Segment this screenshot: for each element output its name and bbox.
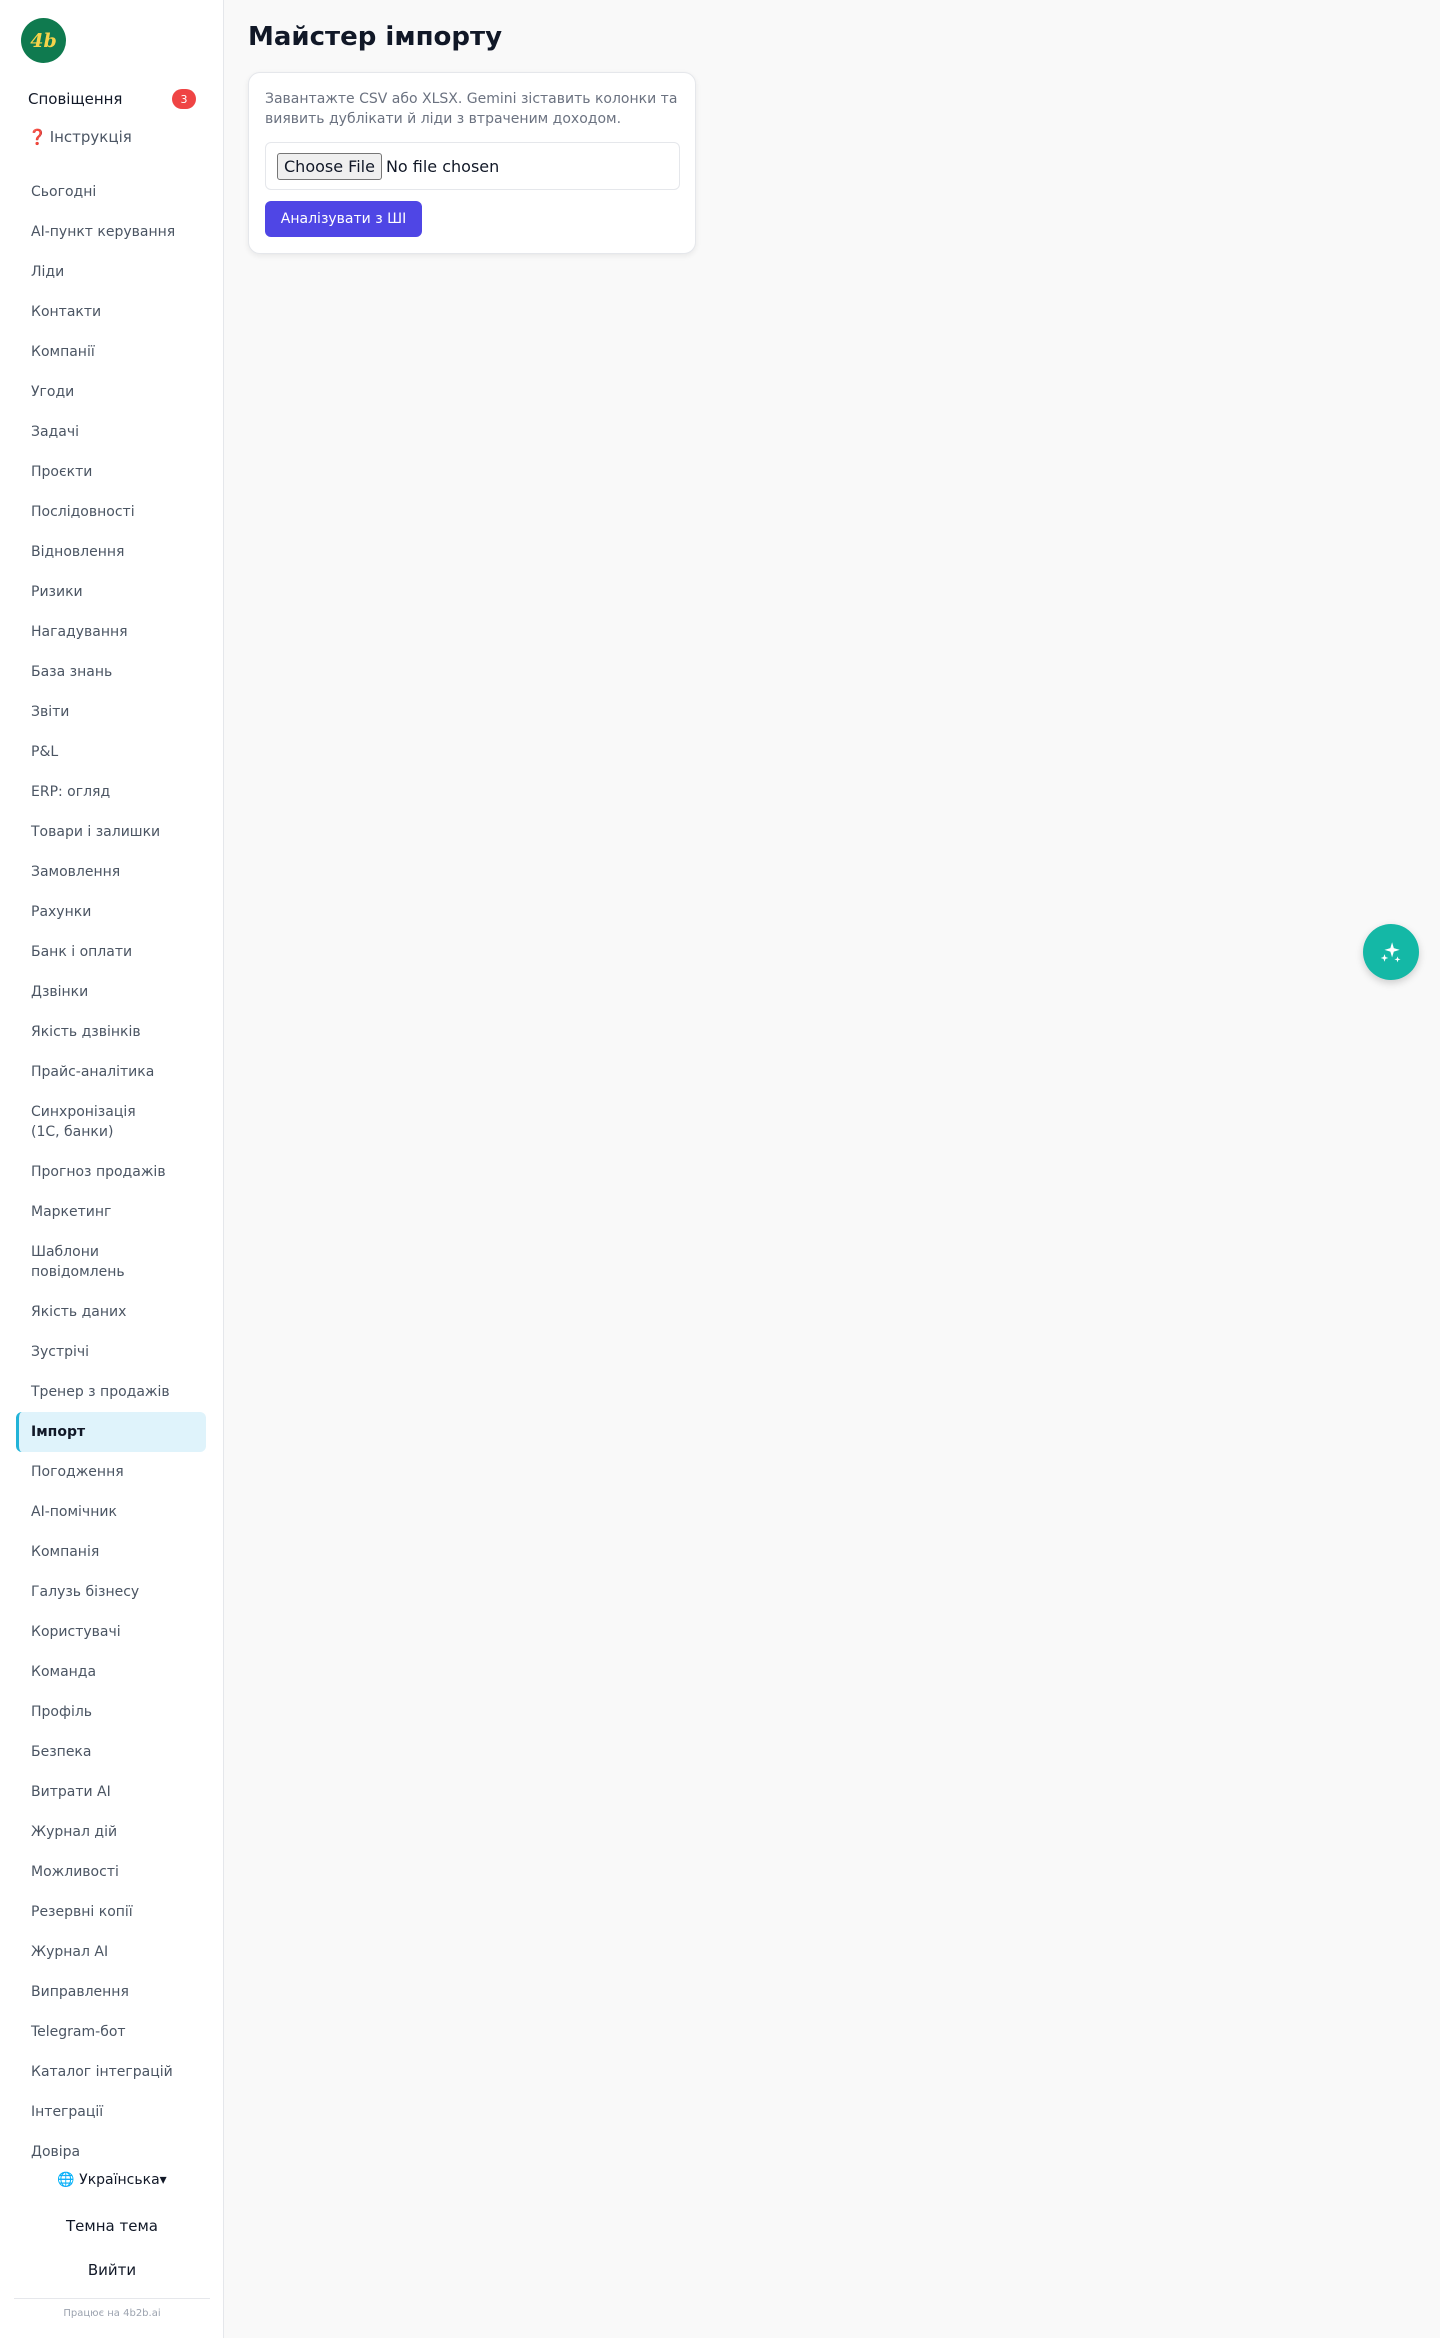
- sidebar-item[interactable]: Ліди: [16, 252, 206, 292]
- sidebar-item[interactable]: Контакти: [16, 292, 206, 332]
- question-icon: ❓: [28, 128, 47, 146]
- sidebar-item[interactable]: Сьогодні: [16, 172, 206, 212]
- guide-link[interactable]: ❓ Інструкція: [28, 128, 132, 146]
- sidebar-item[interactable]: Послідовності: [16, 492, 206, 532]
- sidebar-item[interactable]: Шаблони повідомлень: [16, 1232, 166, 1292]
- sidebar-item[interactable]: Імпорт: [16, 1412, 206, 1452]
- sidebar-item[interactable]: Банк і оплати: [16, 932, 206, 972]
- sidebar-item[interactable]: Задачі: [16, 412, 206, 452]
- language-select[interactable]: 🌐 Українська▾: [0, 2172, 224, 2188]
- guide-label: Інструкція: [49, 128, 132, 146]
- sidebar-item[interactable]: Тренер з продажів: [16, 1372, 206, 1412]
- sidebar-item[interactable]: Зустрічі: [16, 1332, 206, 1372]
- sidebar-item[interactable]: Прогноз продажів: [16, 1152, 206, 1192]
- sidebar-item[interactable]: Відновлення: [16, 532, 206, 572]
- sidebar-item[interactable]: Маркетинг: [16, 1192, 206, 1232]
- analyze-with-ai-button[interactable]: Аналізувати з ШІ: [265, 201, 422, 237]
- logout-button[interactable]: Вийти: [0, 2261, 224, 2279]
- sidebar-nav: Сьогодні AI-пункт керування Ліди Контакти Ко…: [16, 172, 206, 2172]
- sidebar-item[interactable]: AI-помічник: [16, 1492, 206, 1532]
- sidebar-item[interactable]: База знань: [16, 652, 206, 692]
- sidebar-item[interactable]: Замовлення: [16, 852, 206, 892]
- file-status: No file chosen: [385, 156, 500, 176]
- sidebar-item[interactable]: Якість даних: [16, 1292, 206, 1332]
- sidebar-item[interactable]: Проєкти: [16, 452, 206, 492]
- sidebar-item[interactable]: P&L: [16, 732, 206, 772]
- sidebar-item[interactable]: Товари і залишки: [16, 812, 206, 852]
- sidebar-item[interactable]: Довіра: [16, 2132, 206, 2172]
- sidebar-item[interactable]: Користувачі: [16, 1612, 206, 1652]
- sidebar-item[interactable]: Прайс-аналітика: [16, 1052, 206, 1092]
- notifications-label: Сповіщення: [28, 90, 123, 108]
- sidebar-item[interactable]: ERP: огляд: [16, 772, 206, 812]
- choose-file-button[interactable]: Choose File: [277, 152, 382, 180]
- dark-theme-toggle[interactable]: Темна тема: [0, 2217, 224, 2235]
- sidebar-item[interactable]: Telegram-бот: [16, 2012, 206, 2052]
- sidebar-item[interactable]: Галузь бізнесу: [16, 1572, 206, 1612]
- sidebar-item[interactable]: Нагадування: [16, 612, 206, 652]
- sidebar-item[interactable]: Інтеграції: [16, 2092, 206, 2132]
- sidebar-item[interactable]: Виправлення: [16, 1972, 206, 2012]
- sidebar-item[interactable]: Дзвінки: [16, 972, 206, 1012]
- sidebar: 4b Сповіщення 3 ❓ Інструкція Сьогодні AI-…: [0, 0, 224, 2338]
- sidebar-item[interactable]: Ризики: [16, 572, 206, 612]
- sidebar-item[interactable]: Безпека: [16, 1732, 206, 1772]
- sidebar-item[interactable]: AI-пункт керування: [16, 212, 206, 252]
- sidebar-item[interactable]: Якість дзвінків: [16, 1012, 206, 1052]
- sidebar-item[interactable]: Профіль: [16, 1692, 206, 1732]
- sidebar-item[interactable]: Витрати AI: [16, 1772, 206, 1812]
- notifications-link[interactable]: Сповіщення 3: [16, 86, 196, 112]
- sidebar-item[interactable]: Каталог інтеграцій: [16, 2052, 206, 2092]
- sidebar-item[interactable]: Журнал дій: [16, 1812, 206, 1852]
- sidebar-item[interactable]: Компанія: [16, 1532, 206, 1572]
- sidebar-item[interactable]: Синхронізація (1С, банки): [16, 1092, 166, 1152]
- import-card: Завантажте CSV або XLSX. Gemini зіставит…: [248, 72, 696, 254]
- sidebar-item[interactable]: Погодження: [16, 1452, 206, 1492]
- sidebar-item[interactable]: Звіти: [16, 692, 206, 732]
- notifications-count-badge: 3: [172, 89, 196, 109]
- sidebar-item[interactable]: Компанії: [16, 332, 206, 372]
- powered-by: Працює на 4b2b.ai: [63, 2308, 161, 2319]
- sparkles-icon: [1380, 942, 1401, 963]
- app-logo[interactable]: 4b: [21, 18, 66, 63]
- page-title: Майстер імпорту: [248, 22, 503, 52]
- sidebar-item[interactable]: Можливості: [16, 1852, 206, 1892]
- sidebar-item[interactable]: Команда: [16, 1652, 206, 1692]
- import-description: Завантажте CSV або XLSX. Gemini зіставит…: [265, 91, 678, 127]
- sidebar-item[interactable]: Рахунки: [16, 892, 206, 932]
- ai-assistant-fab[interactable]: [1363, 924, 1419, 980]
- footer-divider: [14, 2298, 210, 2299]
- sidebar-item[interactable]: Журнал AI: [16, 1932, 206, 1972]
- sidebar-item[interactable]: Угоди: [16, 372, 206, 412]
- sidebar-item[interactable]: Резервні копії: [16, 1892, 206, 1932]
- file-input[interactable]: Choose File No file chosen: [265, 142, 680, 190]
